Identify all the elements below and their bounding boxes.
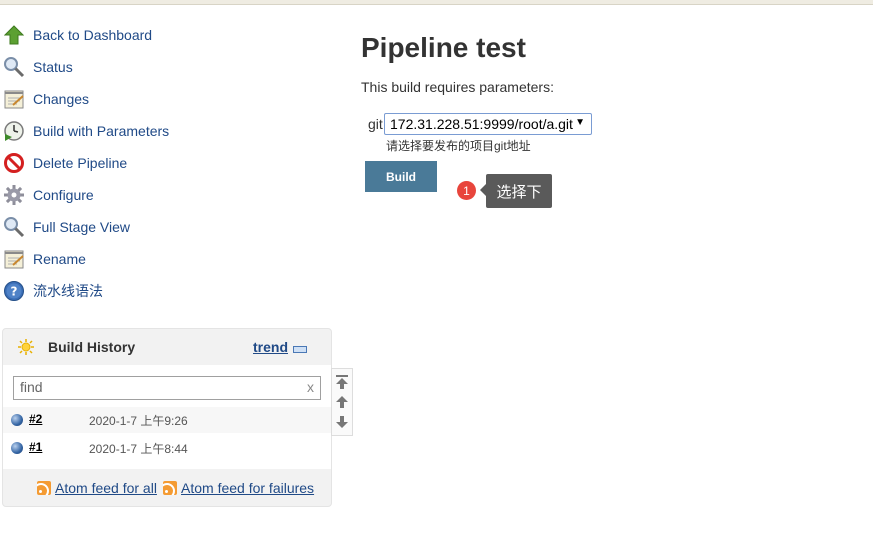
build-number-link[interactable]: #1 bbox=[29, 440, 42, 454]
git-select-value: 172.31.228.51:9999/root/a.git bbox=[390, 116, 573, 132]
top-border bbox=[0, 0, 873, 5]
scroll-down-icon[interactable] bbox=[336, 416, 348, 428]
build-row: #2 2020-1-7 上午9:26 bbox=[3, 407, 331, 433]
sidebar-item-configure[interactable]: Configure bbox=[3, 179, 303, 211]
help-icon: ? bbox=[3, 280, 25, 302]
clock-icon bbox=[3, 120, 25, 142]
build-history-body: x #2 2020-1-7 上午9:26 #1 2020-1-7 上午8:44 bbox=[3, 365, 331, 469]
atom-feed-failures-link[interactable]: Atom feed for failures bbox=[181, 480, 314, 496]
sun-icon bbox=[17, 338, 35, 359]
trend-link[interactable]: trend bbox=[253, 339, 288, 355]
sidebar-tasks: Back to Dashboard Status Changes Build w… bbox=[3, 19, 303, 307]
clear-search-button[interactable]: x bbox=[307, 379, 314, 395]
sidebar-item-full-stage-view[interactable]: Full Stage View bbox=[3, 211, 303, 243]
sidebar-item-changes[interactable]: Changes bbox=[3, 83, 303, 115]
up-arrow-icon bbox=[3, 24, 25, 46]
sidebar-item-label: Configure bbox=[33, 187, 94, 203]
scroll-top-icon[interactable] bbox=[336, 375, 348, 389]
sidebar-item-delete-pipeline[interactable]: Delete Pipeline bbox=[3, 147, 303, 179]
sidebar-item-status[interactable]: Status bbox=[3, 51, 303, 83]
sidebar-item-label: 流水线语法 bbox=[33, 283, 103, 299]
build-history-panel: Build History trend x #2 2020-1-7 上午9:26… bbox=[2, 328, 332, 507]
dropdown-arrow-icon: ▼ bbox=[575, 117, 585, 128]
sidebar-item-pipeline-syntax[interactable]: ? 流水线语法 bbox=[3, 275, 303, 307]
annotation-tooltip: 选择下 bbox=[480, 174, 552, 208]
rss-icon bbox=[37, 481, 51, 495]
sidebar-item-label: Rename bbox=[33, 251, 86, 267]
status-ball-icon bbox=[11, 414, 23, 426]
sidebar-item-build-with-parameters[interactable]: Build with Parameters bbox=[3, 115, 303, 147]
build-search-input[interactable] bbox=[14, 377, 300, 397]
atom-feed-all-link[interactable]: Atom feed for all bbox=[55, 480, 157, 496]
build-history-title: Build History bbox=[48, 339, 136, 355]
build-time-link[interactable]: 2020-1-7 上午8:44 bbox=[89, 440, 188, 457]
parameters-notice: This build requires parameters: bbox=[361, 79, 554, 95]
param-label: git bbox=[368, 116, 383, 132]
feed-failures: Atom feed for failures bbox=[163, 480, 314, 496]
build-row: #1 2020-1-7 上午8:44 bbox=[3, 435, 331, 461]
step-badge: 1 bbox=[457, 181, 476, 200]
param-description: 请选择要发布的项目git地址 bbox=[386, 139, 531, 153]
collapse-icon[interactable] bbox=[293, 346, 307, 353]
page-title: Pipeline test bbox=[361, 32, 526, 63]
git-select[interactable]: 172.31.228.51:9999/root/a.git ▼ bbox=[384, 113, 592, 135]
magnifier-icon bbox=[3, 56, 25, 78]
status-ball-icon bbox=[11, 442, 23, 454]
sidebar-item-label: Status bbox=[33, 59, 73, 75]
sidebar-item-label: Full Stage View bbox=[33, 219, 131, 235]
build-history-footer: Atom feed for all Atom feed for failures bbox=[3, 470, 331, 506]
notepad-icon bbox=[3, 88, 25, 110]
feed-all: Atom feed for all bbox=[37, 480, 157, 496]
no-entry-icon bbox=[3, 152, 25, 174]
build-number-link[interactable]: #2 bbox=[29, 412, 42, 426]
scroll-up-icon[interactable] bbox=[336, 396, 348, 408]
svg-text:?: ? bbox=[11, 285, 18, 299]
magnifier-icon bbox=[3, 216, 25, 238]
rss-icon bbox=[163, 481, 177, 495]
build-button[interactable]: Build bbox=[365, 161, 437, 192]
history-scroll-controls bbox=[331, 368, 353, 436]
notepad-icon bbox=[3, 248, 25, 270]
sidebar-item-rename[interactable]: Rename bbox=[3, 243, 303, 275]
sidebar-item-label: Changes bbox=[33, 91, 90, 107]
build-search-box: x bbox=[13, 376, 321, 400]
sidebar-item-label: Back to Dashboard bbox=[33, 27, 153, 43]
sidebar-item-label: Build with Parameters bbox=[33, 123, 170, 139]
sidebar-item-back-to-dashboard[interactable]: Back to Dashboard bbox=[3, 19, 303, 51]
gear-icon bbox=[3, 184, 25, 206]
sidebar-item-label: Delete Pipeline bbox=[33, 155, 128, 171]
build-history-header: Build History trend bbox=[3, 329, 331, 365]
build-time-link[interactable]: 2020-1-7 上午9:26 bbox=[89, 412, 188, 429]
